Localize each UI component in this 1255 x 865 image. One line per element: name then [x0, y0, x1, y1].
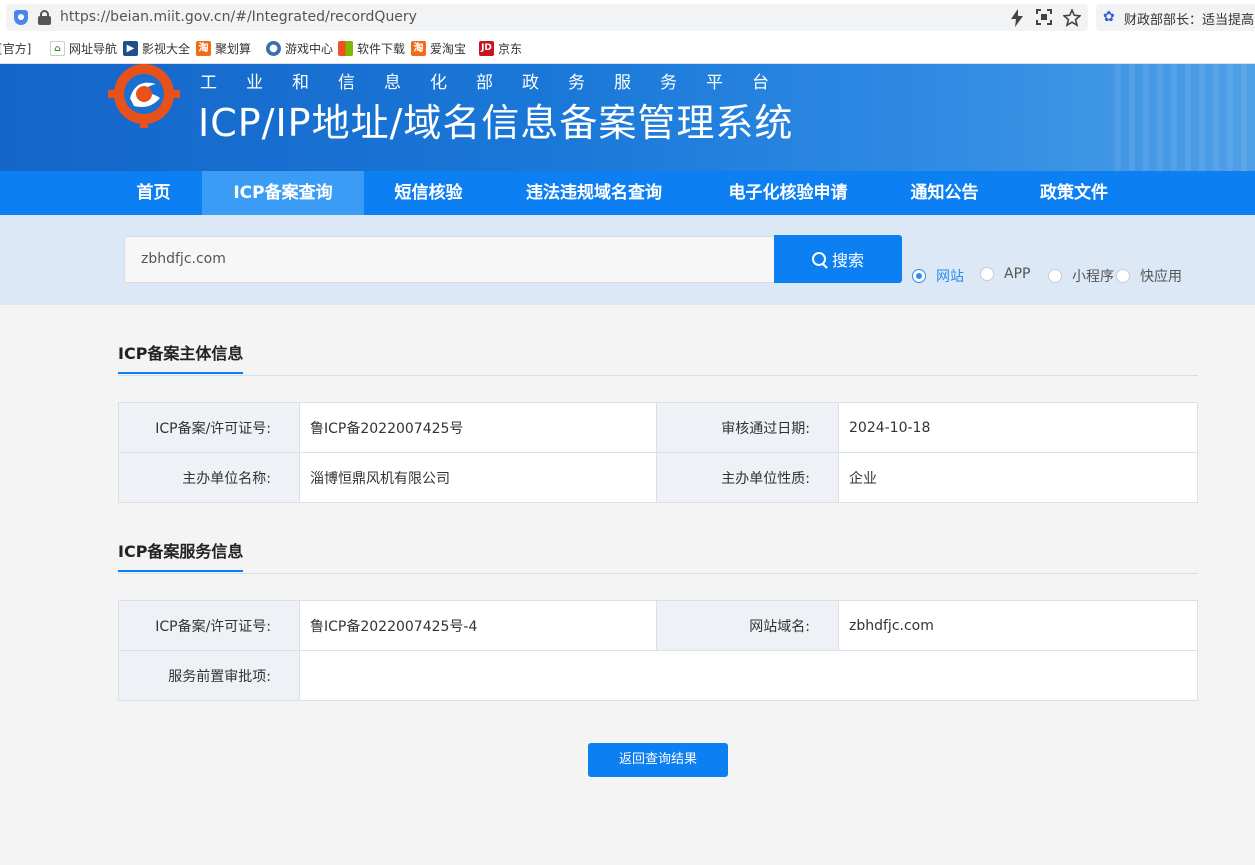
radio-icon[interactable]: [1048, 269, 1062, 283]
banner-decoration: [1115, 64, 1255, 171]
license-value: 鲁ICP备2022007425号: [299, 402, 657, 453]
miit-logo-icon: [108, 64, 180, 128]
windows-icon: [338, 41, 353, 56]
section-divider: [118, 573, 1198, 574]
nav-item-notices[interactable]: 通知公告: [881, 171, 1008, 215]
game-icon: ●: [266, 41, 281, 56]
domain-label: 网站域名:: [656, 600, 839, 651]
bookmarks-bar: [官方] ⌂ 网址导航 ▶ 影视大全 淘 聚划算 ● 游戏中心 软件下载 淘 爱…: [0, 35, 1255, 64]
film-icon: ▶: [123, 41, 138, 56]
taobao-icon: 淘: [196, 41, 211, 56]
table-row: ICP备案/许可证号: 鲁ICP备2022007425号 审核通过日期: 202…: [118, 402, 1198, 453]
security-shield-icon[interactable]: [14, 10, 28, 25]
pre-approval-value: [299, 650, 1198, 701]
lightning-icon[interactable]: [1010, 9, 1024, 31]
table-row: 服务前置审批项:: [118, 650, 1198, 701]
search-button[interactable]: 搜索: [774, 235, 902, 283]
subject-info-table: ICP备案/许可证号: 鲁ICP备2022007425号 审核通过日期: 202…: [118, 402, 1198, 503]
main-nav: 首页 ICP备案查询 短信核验 违法违规域名查询 电子化核验申请 通知公告 政策…: [0, 171, 1255, 215]
2345-icon: ⌂: [50, 41, 65, 56]
service-license-value: 鲁ICP备2022007425号-4: [299, 600, 657, 651]
bookmark-item[interactable]: 软件下载: [338, 40, 405, 57]
bookmark-item[interactable]: ⌂ 网址导航: [50, 40, 117, 57]
browser-address-bar: https://beian.miit.gov.cn/#/Integrated/r…: [0, 0, 1255, 35]
bookmark-item[interactable]: JD 京东: [479, 40, 522, 57]
pre-approval-label: 服务前置审批项:: [118, 650, 300, 701]
type-radio-website[interactable]: 网站: [912, 266, 964, 286]
org-nature-value: 企业: [838, 452, 1198, 503]
url-bar[interactable]: https://beian.miit.gov.cn/#/Integrated/r…: [6, 4, 1088, 31]
org-nature-label: 主办单位性质:: [656, 452, 839, 503]
extension-text[interactable]: 财政部部长：适当提高: [1124, 9, 1254, 28]
license-label: ICP备案/许可证号:: [118, 402, 300, 453]
service-info-table: ICP备案/许可证号: 鲁ICP备2022007425号-4 网站域名: zbh…: [118, 600, 1198, 701]
radio-label: 网站: [936, 269, 964, 285]
type-radio-miniprogram[interactable]: 小程序: [1048, 266, 1114, 286]
nav-item-illegal-domain[interactable]: 违法违规域名查询: [493, 171, 695, 215]
bookmark-label: [官方]: [0, 42, 32, 56]
jd-icon: JD: [479, 41, 494, 56]
screenshot-icon[interactable]: [1036, 9, 1052, 29]
service-section-title: ICP备案服务信息: [118, 538, 244, 572]
table-row: 主办单位名称: 淄博恒鼎风机有限公司 主办单位性质: 企业: [118, 452, 1198, 503]
section-divider: [118, 375, 1198, 376]
radio-label: APP: [1004, 266, 1031, 282]
subject-section-title: ICP备案主体信息: [118, 340, 244, 374]
nav-item-sms-verify[interactable]: 短信核验: [364, 171, 493, 215]
site-banner: 工业和信息化部政务服务平台 ICP/IP地址/域名信息备案管理系统: [0, 64, 1255, 171]
banner-title: ICP/IP地址/域名信息备案管理系统: [198, 101, 794, 145]
bookmark-label: 聚划算: [215, 42, 252, 56]
nav-item-icp-query[interactable]: ICP备案查询: [202, 171, 364, 215]
service-license-label: ICP备案/许可证号:: [118, 600, 300, 651]
type-radio-quickapp[interactable]: 快应用: [1116, 266, 1182, 286]
lock-icon[interactable]: [38, 10, 51, 25]
radio-label: 快应用: [1140, 269, 1182, 285]
radio-icon[interactable]: [1116, 269, 1130, 283]
url-text[interactable]: https://beian.miit.gov.cn/#/Integrated/r…: [60, 9, 417, 25]
back-to-results-button[interactable]: 返回查询结果: [588, 743, 728, 777]
bookmark-item[interactable]: [官方]: [0, 40, 31, 57]
table-row: ICP备案/许可证号: 鲁ICP备2022007425号-4 网站域名: zbh…: [118, 600, 1198, 651]
bookmark-item[interactable]: ▶ 影视大全: [123, 40, 190, 57]
radio-label: 小程序: [1072, 269, 1114, 285]
search-button-label: 搜索: [831, 251, 864, 270]
bookmark-item[interactable]: ● 游戏中心: [266, 40, 333, 57]
bookmark-label: 游戏中心: [285, 42, 334, 56]
taobao-icon: 淘: [411, 41, 426, 56]
bookmark-label: 影视大全: [142, 42, 191, 56]
nav-item-home[interactable]: 首页: [105, 171, 202, 215]
nav-item-policies[interactable]: 政策文件: [1008, 171, 1140, 215]
banner-subtitle: 工业和信息化部政务服务平台: [200, 73, 798, 93]
bookmark-item[interactable]: 淘 爱淘宝: [411, 40, 466, 57]
org-name-label: 主办单位名称:: [118, 452, 300, 503]
bookmark-item[interactable]: 淘 聚划算: [196, 40, 251, 57]
domain-value: zbhdfjc.com: [838, 600, 1198, 651]
radio-icon[interactable]: [980, 267, 994, 281]
bookmark-label: 京东: [498, 42, 523, 56]
news-extension[interactable]: ✿ 财政部部长：适当提高: [1096, 4, 1255, 31]
approval-date-label: 审核通过日期:: [656, 402, 839, 453]
radio-icon[interactable]: [912, 269, 926, 283]
search-area: zbhdfjc.com 搜索 网站 APP 小程序 快应用: [0, 215, 1255, 305]
search-icon: [811, 252, 826, 266]
baidu-paw-icon: ✿: [1103, 9, 1115, 25]
type-radio-app[interactable]: APP: [980, 266, 1030, 282]
bookmark-label: 软件下载: [357, 42, 406, 56]
approval-date-value: 2024-10-18: [838, 402, 1198, 453]
star-bookmark-icon[interactable]: [1062, 7, 1082, 31]
org-name-value: 淄博恒鼎风机有限公司: [299, 452, 657, 503]
search-input[interactable]: zbhdfjc.com: [124, 236, 774, 283]
bookmark-label: 爱淘宝: [430, 42, 467, 56]
bookmark-label: 网址导航: [69, 42, 118, 56]
nav-item-e-verify[interactable]: 电子化核验申请: [695, 171, 881, 215]
